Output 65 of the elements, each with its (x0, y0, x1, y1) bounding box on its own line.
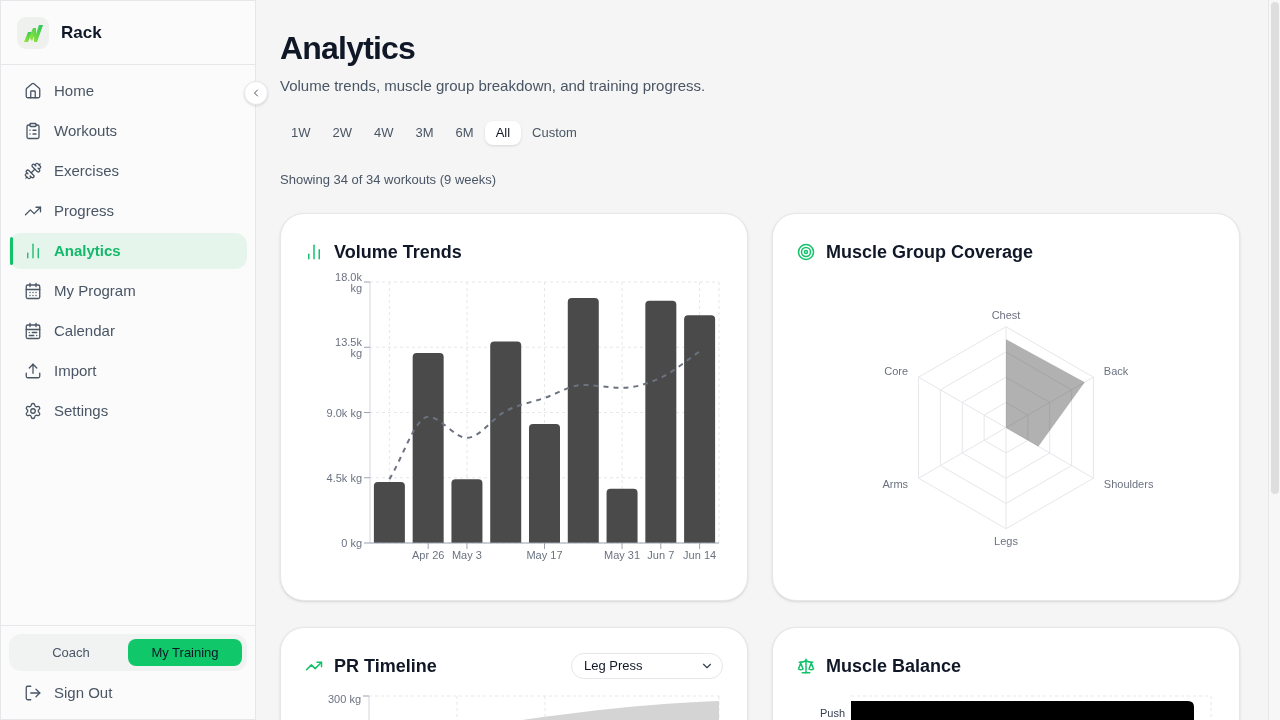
range-tab[interactable]: Custom (521, 121, 588, 145)
axis-label: Core (884, 365, 909, 378)
axis-label: Apr 26 (411, 549, 445, 561)
bar (451, 479, 483, 543)
bar (373, 482, 405, 543)
axis-label: Arms (882, 478, 909, 491)
axis-label: 300 kg (327, 693, 361, 705)
mode-toggle-option[interactable]: Coach (14, 639, 128, 666)
axis-label: Legs (994, 534, 1018, 547)
bar-chart-icon (24, 242, 42, 260)
page-subtitle: Volume trends, muscle group breakdown, and training progress. (280, 76, 707, 96)
nav-item[interactable]: Import (9, 353, 247, 389)
nav-item[interactable]: Workouts (9, 113, 247, 149)
axis-label: Push (819, 707, 845, 719)
nav-item[interactable]: Exercises (9, 153, 247, 189)
bar (606, 488, 638, 543)
axis-label: Shoulders (1103, 478, 1154, 491)
range-tab[interactable]: 1W (280, 121, 322, 145)
sign-out-button[interactable]: Sign Out (9, 675, 247, 711)
home-icon (24, 82, 42, 100)
axis-label: Jun 14 (683, 549, 717, 561)
axis-label: May 17 (526, 549, 563, 561)
nav-item[interactable]: Home (9, 73, 247, 109)
card-title: PR Timeline (334, 654, 437, 678)
workout-summary: Showing 34 of 34 workouts (9 weeks) (280, 171, 498, 189)
range-tab[interactable]: 4W (363, 121, 405, 145)
brand-name: Rack (61, 21, 102, 44)
axis-label: 4.5k kg (326, 471, 362, 484)
scale-icon (797, 657, 815, 675)
dumbbell-icon (24, 162, 42, 180)
axis-label: Chest (991, 308, 1021, 321)
axis-label: 18.0k kg (335, 271, 362, 294)
upload-icon (24, 362, 42, 380)
range-tab[interactable]: 6M (444, 121, 485, 145)
logo-icon (17, 16, 49, 49)
range-tab[interactable]: All (484, 121, 522, 145)
calendar-icon (24, 282, 42, 300)
axis-label: 9.0k kg (326, 406, 362, 419)
nav-item[interactable]: Settings (9, 393, 247, 429)
card-title: Volume Trends (334, 240, 462, 264)
range-tab[interactable]: 3M (404, 121, 445, 145)
scrollbar-thumb[interactable] (1270, 2, 1279, 494)
collapse-sidebar-button[interactable] (244, 81, 268, 105)
axis-label: Back (1103, 365, 1129, 378)
calendar-icon (24, 322, 42, 340)
active-indicator (10, 237, 13, 265)
settings-icon (24, 402, 42, 420)
axis-label: May 31 (604, 549, 641, 561)
bar-chart-icon (305, 243, 323, 261)
exercise-select[interactable]: Leg Press (571, 653, 723, 679)
axis-label: Jun 7 (647, 549, 675, 561)
clipboard-icon (24, 122, 42, 140)
mode-toggle-option[interactable]: My Training (128, 639, 242, 666)
axis-label: May 3 (451, 549, 482, 561)
page-title: Analytics (280, 29, 417, 68)
nav-item[interactable]: My Program (9, 273, 247, 309)
card-title: Muscle Balance (826, 654, 962, 678)
axis-label: 0 kg (341, 537, 362, 549)
range-tab[interactable]: 2W (321, 121, 363, 145)
sign-out-icon (24, 684, 42, 702)
card-title: Muscle Group Coverage (826, 240, 1034, 264)
nav-item[interactable]: Progress (9, 193, 247, 229)
nav-item[interactable]: Calendar (9, 313, 247, 349)
axis-label: 13.5k kg (335, 335, 362, 359)
target-icon (797, 243, 815, 261)
